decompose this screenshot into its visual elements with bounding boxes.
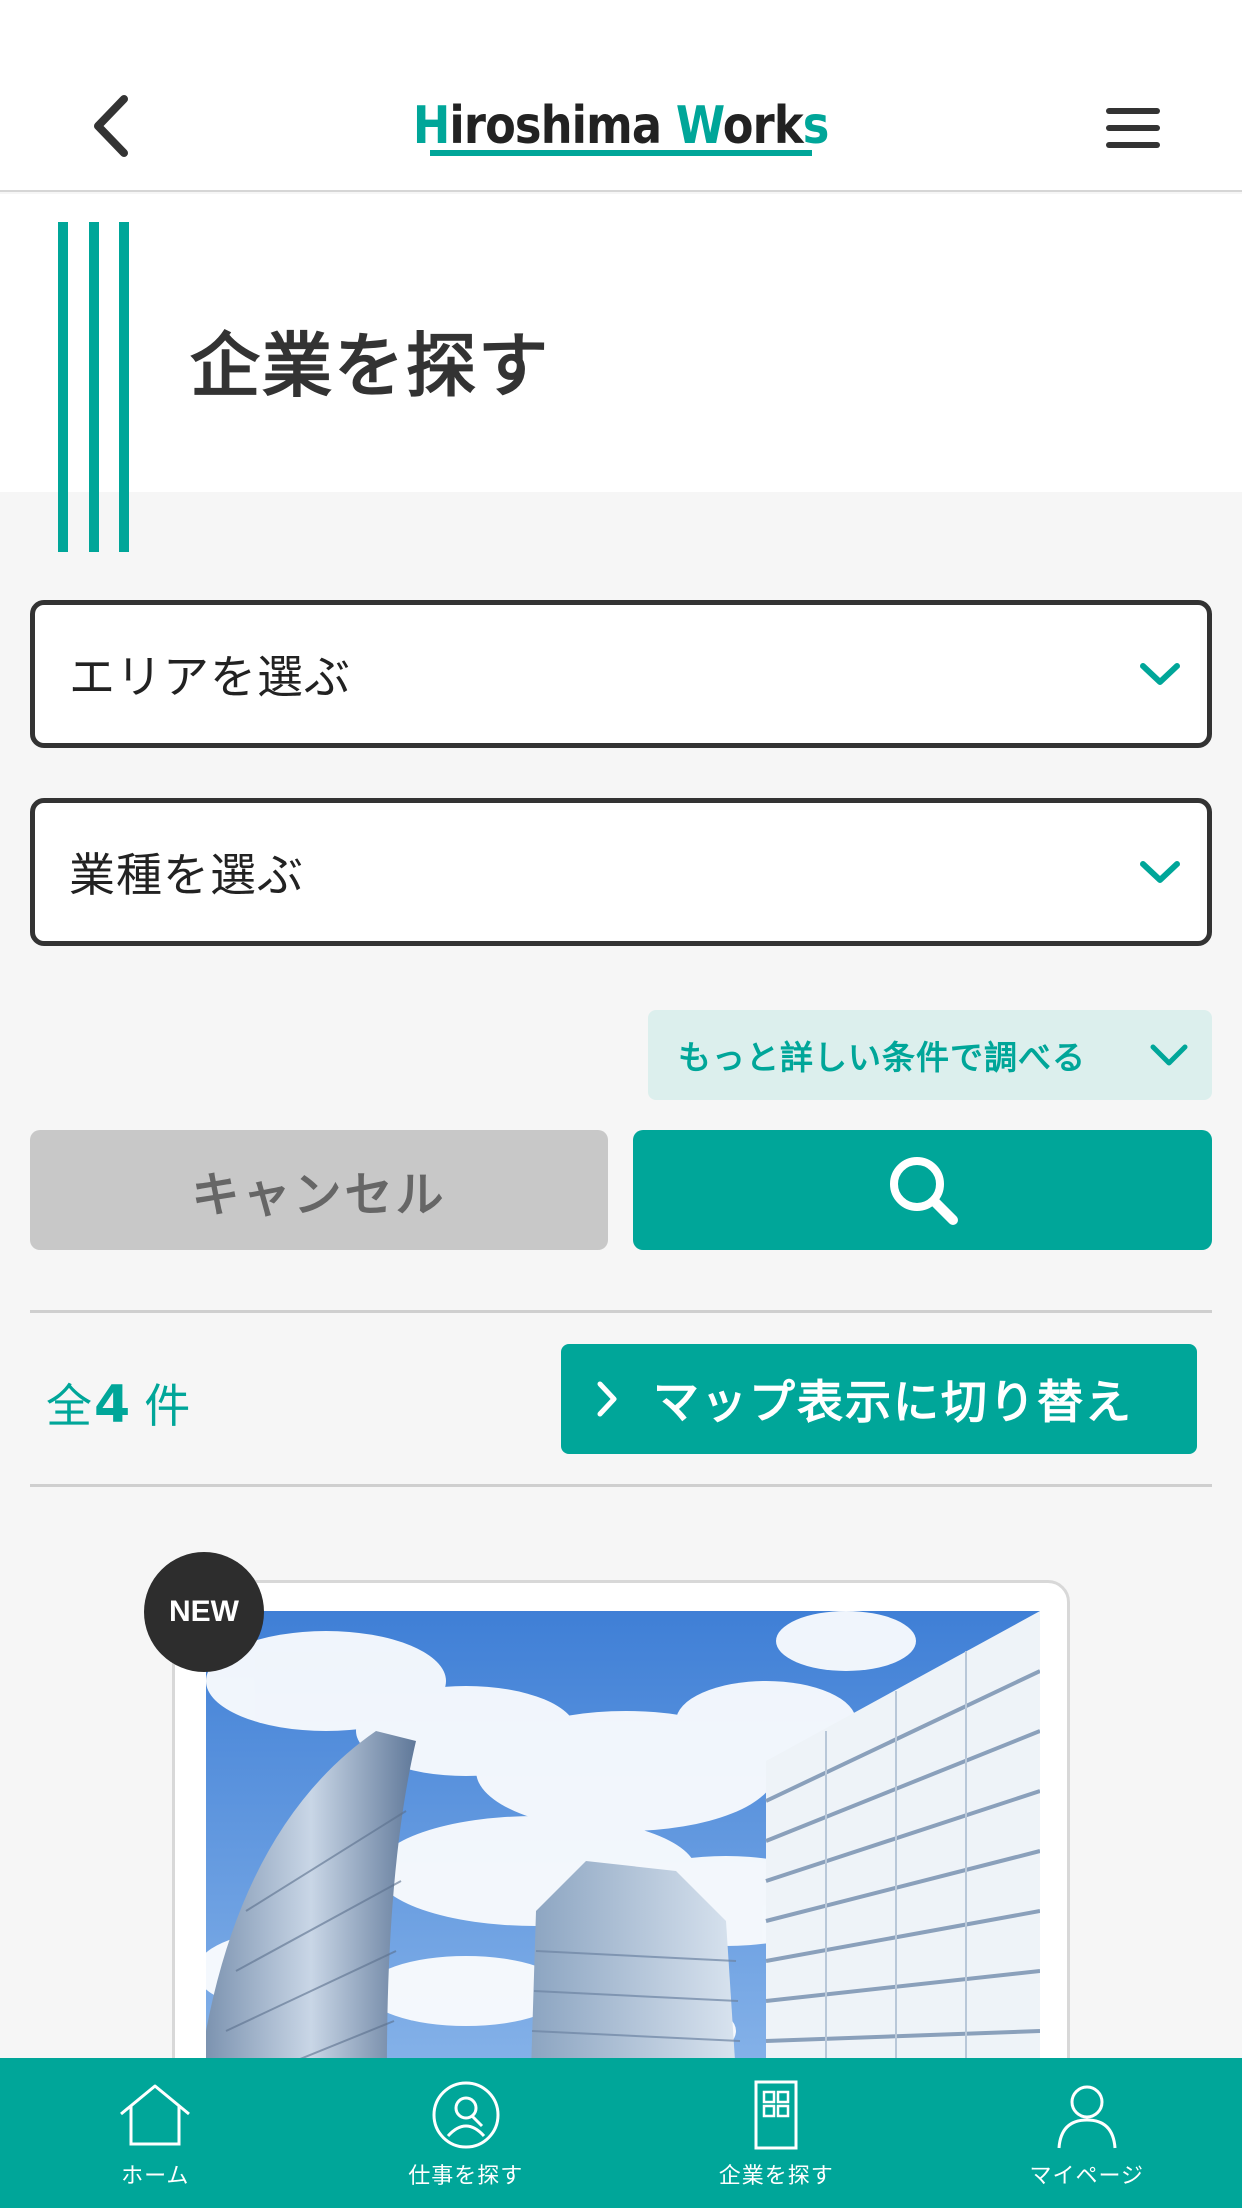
tab-company-search[interactable]: 企業を探す <box>621 2058 932 2208</box>
divider <box>30 1484 1212 1487</box>
chevron-down-icon <box>1140 663 1180 685</box>
title-section <box>0 194 1242 492</box>
menu-button[interactable] <box>1100 100 1166 156</box>
chevron-down-icon <box>1140 861 1180 883</box>
brand-logo[interactable]: Hiroshima Works <box>413 92 830 156</box>
chevron-left-icon <box>94 95 128 157</box>
logo-underline <box>430 150 812 156</box>
user-icon <box>1057 2085 1117 2149</box>
chevron-down-icon <box>1150 1044 1188 1066</box>
logo-letter-s: s <box>803 96 830 156</box>
job-search-icon <box>432 2081 500 2149</box>
area-select[interactable]: エリアを選ぶ <box>30 600 1212 748</box>
new-badge-label: NEW <box>169 1595 239 1628</box>
logo-letter-w: W <box>676 96 724 156</box>
cancel-button-label: キャンセル <box>191 1167 447 1223</box>
logo-text-iroshima: iroshima <box>449 96 677 156</box>
search-button[interactable] <box>633 1130 1212 1250</box>
home-icon <box>120 2084 191 2146</box>
hamburger-icon <box>1106 108 1160 148</box>
tab-home[interactable]: ホーム <box>0 2058 311 2208</box>
logo-letter-h: H <box>413 96 450 156</box>
more-filters-label: もっと詳しい条件で調べる <box>678 1038 1086 1077</box>
chevron-right-icon <box>597 1381 617 1417</box>
result-count: 全 4 件 <box>46 1370 190 1436</box>
stripe <box>89 222 99 552</box>
back-button[interactable] <box>80 88 140 164</box>
map-view-toggle-label: マップ表示に切り替え <box>653 1375 1133 1429</box>
result-count-number: 4 <box>94 1375 131 1435</box>
title-stripes-decoration <box>58 222 130 552</box>
tab-mypage[interactable]: マイページ <box>932 2058 1242 2208</box>
logo-text-ork: ork <box>723 96 804 156</box>
search-icon <box>889 1157 958 1225</box>
app-header: Hiroshima Works <box>0 0 1242 192</box>
more-filters-toggle[interactable]: もっと詳しい条件で調べる <box>648 1010 1212 1100</box>
industry-select[interactable]: 業種を選ぶ <box>30 798 1212 946</box>
bottom-tab-bar: ホーム 仕事を探す 企業を探す マイページ <box>0 2058 1242 2208</box>
industry-select-label: 業種を選ぶ <box>69 848 304 902</box>
stripe <box>58 222 68 552</box>
tab-job-search-label: 仕事を探す <box>408 2164 524 2189</box>
tab-company-search-label: 企業を探す <box>718 2164 834 2189</box>
company-icon <box>754 2080 798 2150</box>
map-view-toggle-button[interactable]: マップ表示に切り替え <box>561 1344 1197 1454</box>
page-title: 企業を探す <box>190 325 550 407</box>
area-select-label: エリアを選ぶ <box>69 650 351 704</box>
tab-mypage-label: マイページ <box>1029 2164 1145 2189</box>
result-count-prefix: 全 <box>46 1379 92 1433</box>
divider <box>30 1310 1212 1313</box>
new-badge: NEW <box>144 1552 264 1672</box>
tab-home-label: ホーム <box>121 2164 190 2189</box>
stripe <box>119 222 129 552</box>
cancel-button[interactable]: キャンセル <box>30 1130 608 1250</box>
tab-job-search[interactable]: 仕事を探す <box>311 2058 622 2208</box>
result-count-suffix: 件 <box>144 1379 191 1433</box>
